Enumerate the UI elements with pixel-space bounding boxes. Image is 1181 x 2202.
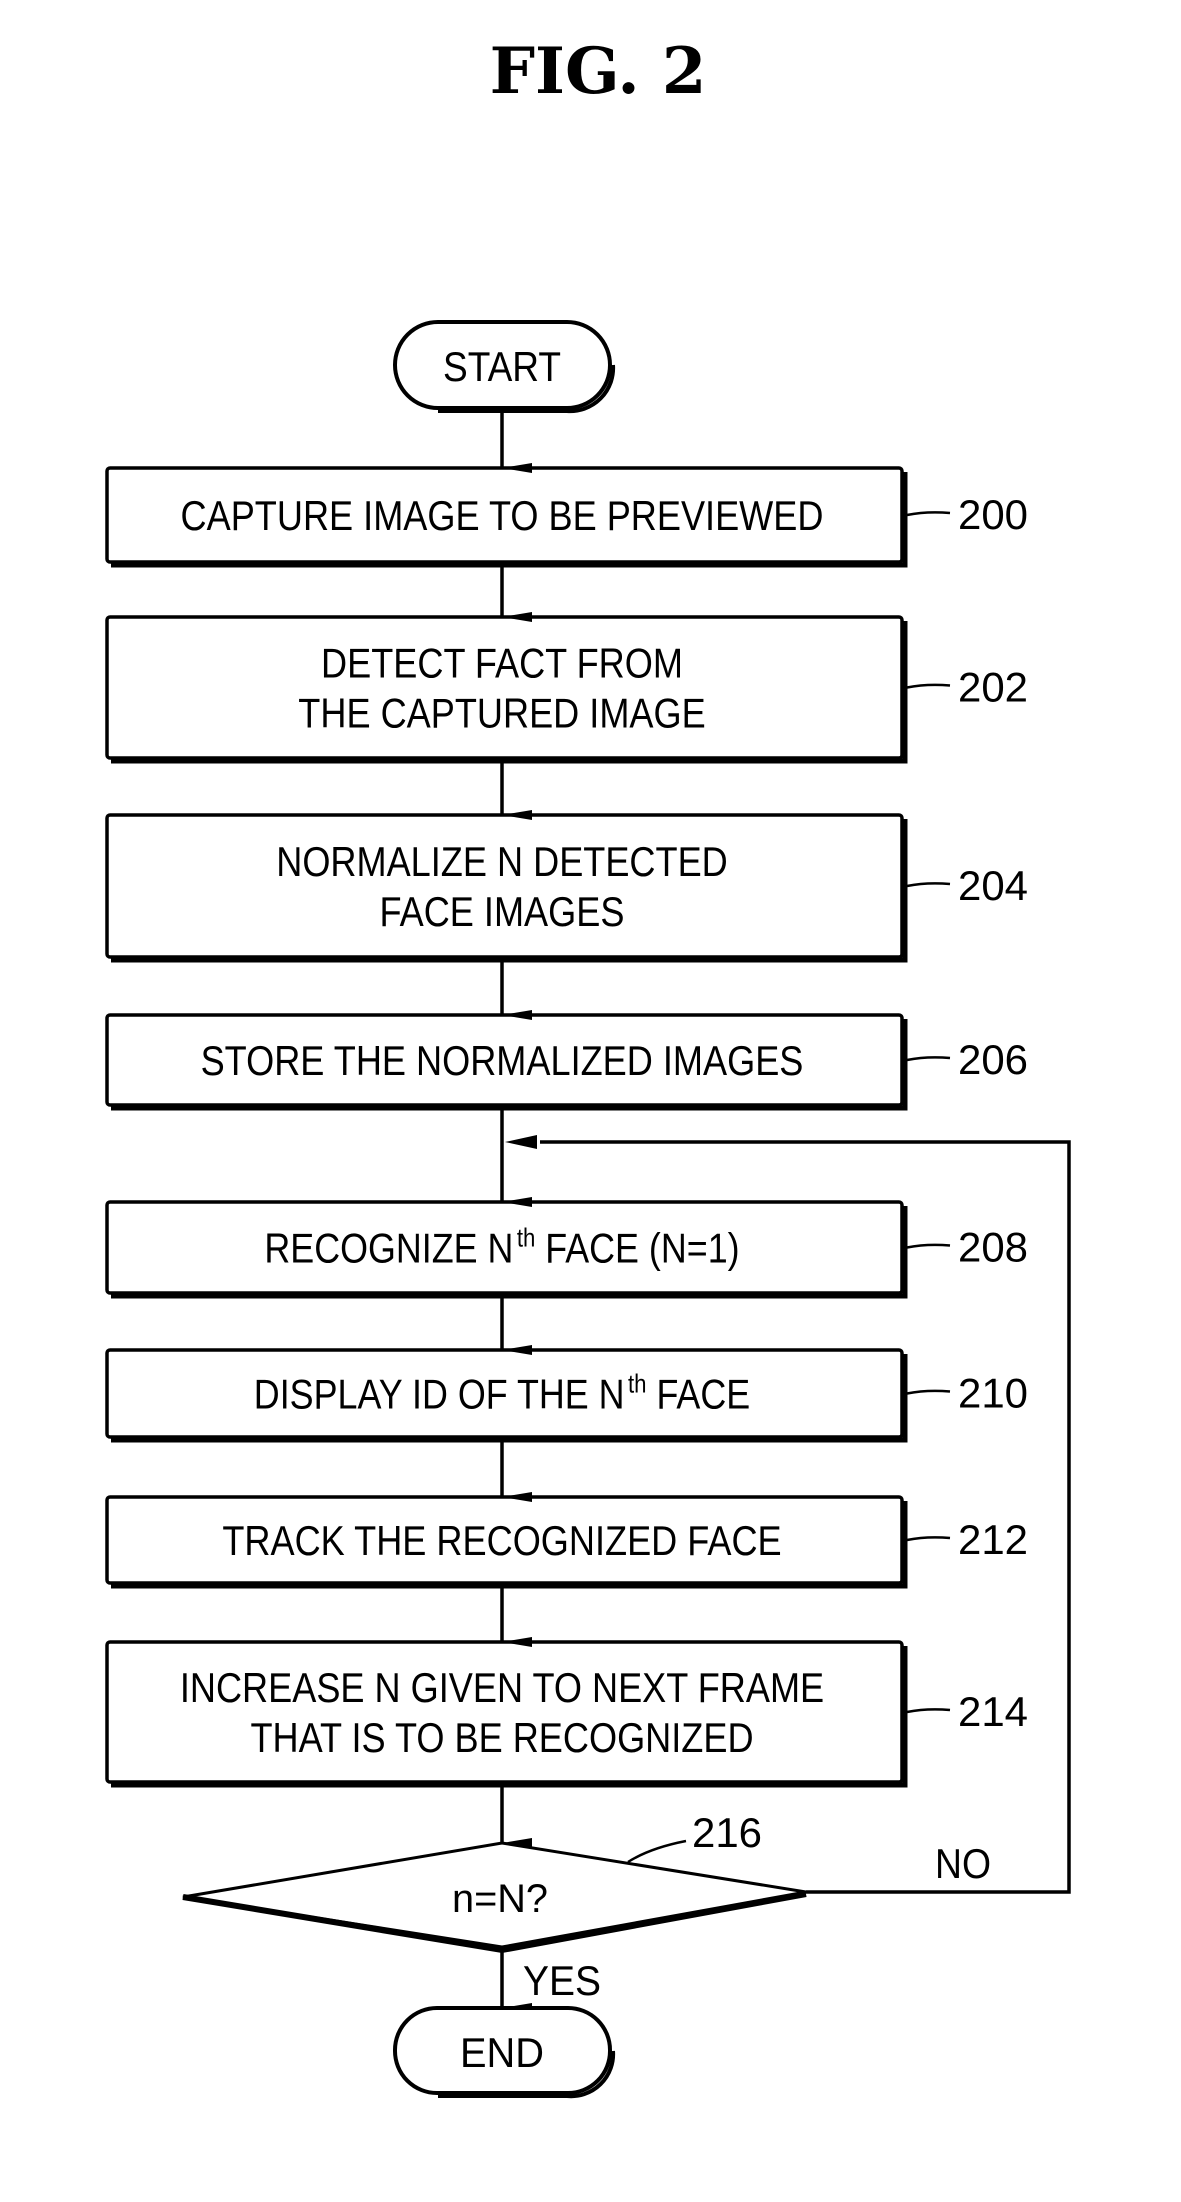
step-box <box>105 813 904 959</box>
step-212: TRACK THE RECOGNIZED FACE 212 <box>105 1495 1028 1589</box>
step-text: DISPLAY ID OF THE Nth FACE <box>254 1369 750 1418</box>
process-steps: CAPTURE IMAGE TO BE PREVIEWED 200 DETECT F… <box>105 466 1028 1788</box>
ref-leader <box>906 1536 951 1542</box>
step-ref-label: 206 <box>958 1036 1028 1083</box>
step-text: INCREASE N GIVEN TO NEXT FRAME <box>180 1664 824 1711</box>
decision-ref-label: 216 <box>692 1809 762 1856</box>
start-terminal: START <box>393 320 616 414</box>
end-terminal: END <box>393 2006 616 2099</box>
step-box <box>105 615 904 760</box>
step-text: CAPTURE IMAGE TO BE PREVIEWED <box>181 492 824 539</box>
step-text: THE CAPTURED IMAGE <box>298 690 705 737</box>
step-202: DETECT FACT FROMTHE CAPTURED IMAGE 202 <box>105 615 1028 764</box>
step-text: STORE THE NORMALIZED IMAGES <box>201 1037 804 1084</box>
step-text: RECOGNIZE Nth FACE (N=1) <box>264 1223 739 1272</box>
ref-leader <box>906 683 951 689</box>
ref-leader <box>906 1389 951 1395</box>
end-label: END <box>460 2029 544 2076</box>
ref-leader <box>906 1056 951 1062</box>
step-ref-label: 210 <box>958 1370 1028 1417</box>
step-text: FACE IMAGES <box>380 888 625 935</box>
step-ref-label: 200 <box>958 491 1028 538</box>
step-text: THAT IS TO BE RECOGNIZED <box>250 1714 753 1761</box>
decision-ref-leader <box>627 1839 687 1864</box>
start-label: START <box>443 343 561 390</box>
step-ref-label: 212 <box>958 1516 1028 1563</box>
step-206: STORE THE NORMALIZED IMAGES 206 <box>105 1013 1028 1111</box>
step-200: CAPTURE IMAGE TO BE PREVIEWED 200 <box>105 466 1028 568</box>
step-214: INCREASE N GIVEN TO NEXT FRAMETHAT IS TO… <box>105 1640 1028 1788</box>
step-text: TRACK THE RECOGNIZED FACE <box>222 1517 781 1564</box>
decision-condition: n=N? <box>452 1877 548 1921</box>
step-ref-label: 204 <box>958 862 1028 909</box>
flowchart: FIG. 2 START CAPTURE IMAGE TO BE PREVIEW… <box>105 34 1071 2099</box>
step-box <box>105 1640 904 1784</box>
step-204: NORMALIZE N DETECTEDFACE IMAGES 204 <box>105 813 1028 963</box>
step-210: DISPLAY ID OF THE Nth FACE 210 <box>105 1348 1028 1443</box>
yes-label: YES <box>523 1957 601 2004</box>
step-ref-label: 202 <box>958 664 1028 711</box>
decision-216: n=N? 216 NO YES <box>182 1809 991 2004</box>
step-text: DETECT FACT FROM <box>321 640 683 687</box>
no-label: NO <box>935 1840 991 1887</box>
loop-arrowhead <box>505 1135 537 1149</box>
ref-leader <box>906 882 951 888</box>
ref-leader <box>906 1243 951 1249</box>
step-ref-label: 208 <box>958 1224 1028 1271</box>
figure-title: FIG. 2 <box>490 34 707 109</box>
step-ref-label: 214 <box>958 1688 1028 1735</box>
ref-leader <box>906 1708 951 1714</box>
step-text: NORMALIZE N DETECTED <box>276 838 728 885</box>
step-208: RECOGNIZE Nth FACE (N=1) 208 <box>105 1200 1028 1299</box>
ref-leader <box>906 511 951 517</box>
